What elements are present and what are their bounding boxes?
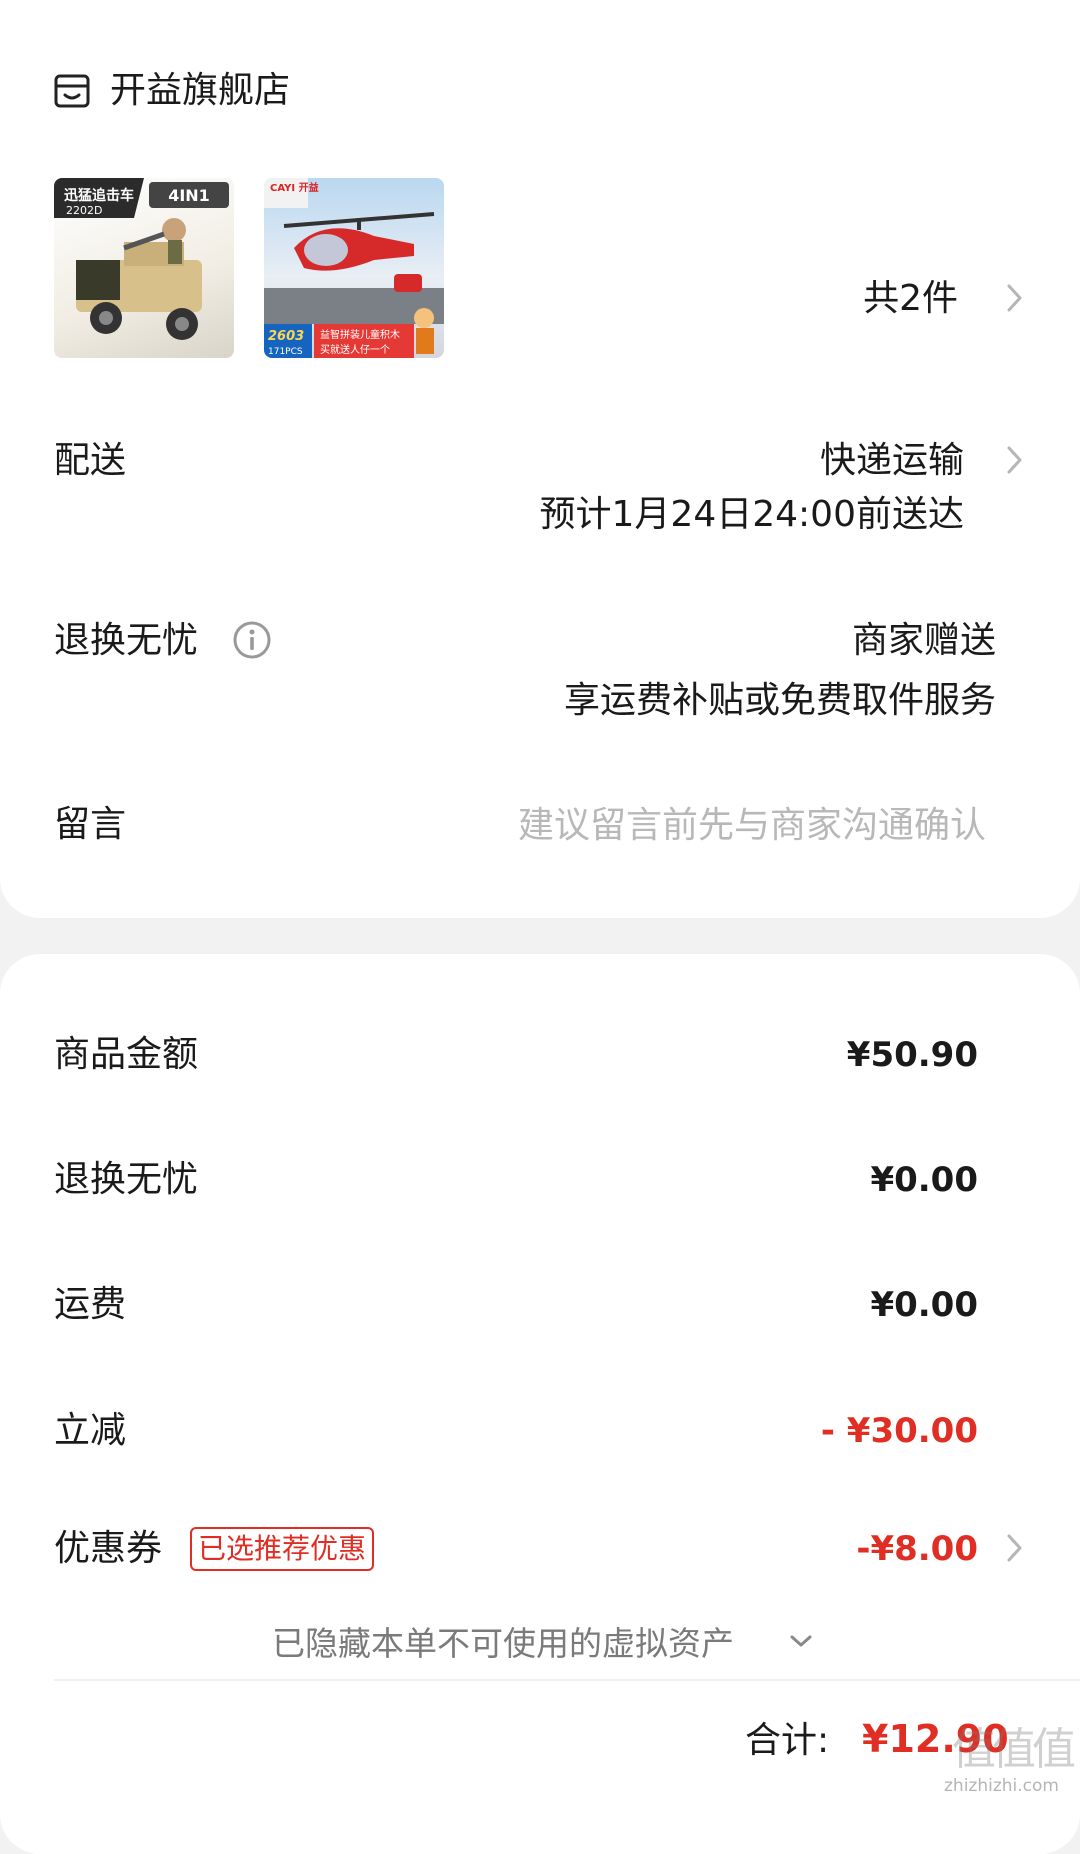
delivery-label: 配送 [54,440,127,481]
delivery-eta: 预计1月24日24:00前送达 [539,494,964,535]
thumb2-caption1: 益智拼装儿童积木 [320,328,400,341]
chevron-right-icon[interactable] [1003,442,1027,478]
thumb2-brand: CAYI 开益 [270,181,319,194]
store-icon [54,74,90,108]
thumb1-title: 迅猛追击车 [64,187,134,204]
product-thumbnail-1[interactable]: 4IN1 迅猛追击车 2202D [54,178,234,358]
returns-label: 退换无忧 [54,620,199,661]
thumb1-badge: 4IN1 [168,186,210,205]
info-icon[interactable] [232,620,272,660]
coupon-value[interactable]: -¥8.00 [856,1524,978,1574]
returns-fee-value: ¥0.00 [870,1160,978,1200]
watermark-logo: 值值值 [952,1724,1076,1775]
shipping-fee-value: ¥0.00 [870,1285,978,1325]
returns-fee-label: 退换无忧 [54,1159,199,1200]
item-count[interactable]: 共2件 [863,274,958,324]
delivery-method[interactable]: 快递运输 [820,436,964,486]
instant-discount-label: 立减 [54,1410,127,1451]
goods-amount-label: 商品金额 [54,1034,199,1075]
returns-description: 享运费补贴或免费取件服务 [563,680,996,721]
watermark-url: zhizhizhi.com [944,1776,1059,1796]
thumb2-pcs: 171PCS [268,347,303,357]
thumb2-caption2: 买就送人仔一个 [320,343,390,356]
coupon-label: 优惠券 [54,1528,163,1569]
chevron-right-icon[interactable] [1003,1530,1027,1566]
divider [54,1679,1080,1681]
chevron-right-icon[interactable] [1003,280,1027,316]
store-name[interactable]: 开益旗舰店 [110,66,290,116]
returns-provider: 商家赠送 [851,620,996,661]
total-label: 合计: [745,1720,830,1761]
message-label: 留言 [54,804,127,845]
chevron-down-icon[interactable] [788,1632,814,1650]
shipping-fee-label: 运费 [54,1284,127,1325]
coupon-recommended-badge: 已选推荐优惠 [190,1527,375,1571]
watermark: 值值值 zhizhizhi.com [944,1724,1076,1797]
thumb1-code: 2202D [66,204,102,217]
thumb2-code: 2603 [268,329,304,344]
hidden-assets-toggle[interactable]: 已隐藏本单不可使用的虚拟资产 [272,1619,734,1669]
instant-discount-value: - ¥30.00 [820,1411,978,1451]
message-input[interactable] [424,796,988,854]
goods-amount-value: ¥50.90 [846,1035,978,1075]
product-thumbnail-2[interactable]: CAYI 开益 2603 171PCS 益智拼装儿童积木 买就送人仔一个 [264,178,444,358]
